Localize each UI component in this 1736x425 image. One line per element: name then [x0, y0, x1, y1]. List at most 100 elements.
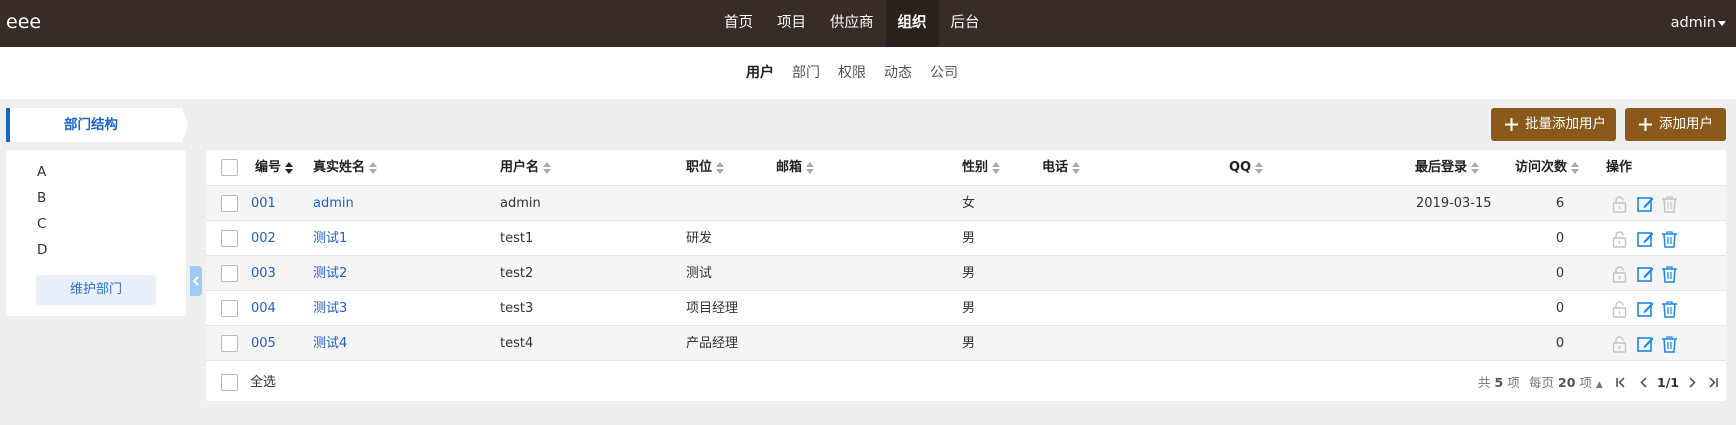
select-all-checkbox[interactable] — [221, 374, 238, 391]
cell-role: 研发 — [686, 231, 713, 246]
nav-item-organization[interactable]: 组织 — [885, 0, 939, 47]
column-header-email[interactable]: 邮箱 — [776, 150, 815, 186]
pager-per-page[interactable]: 每页 20 项 ▲ — [1529, 364, 1603, 404]
cell-realname[interactable]: admin — [313, 186, 354, 221]
column-header-gender[interactable]: 性别 — [962, 150, 1001, 186]
department-item-a[interactable]: A — [37, 164, 46, 180]
cell-visits: 0 — [1555, 231, 1565, 246]
column-header-last-login[interactable]: 最后登录 — [1415, 150, 1480, 186]
cell-id[interactable]: 002 — [251, 221, 276, 256]
column-header-qq[interactable]: QQ — [1229, 150, 1264, 186]
trash-icon[interactable] — [1661, 230, 1678, 248]
last-page-icon[interactable] — [1707, 377, 1719, 388]
cell-gender: 女 — [962, 196, 976, 211]
department-tree-label: 部门结构 — [64, 117, 118, 133]
column-header-visits[interactable]: 访问次数 — [1515, 150, 1580, 186]
row-checkbox[interactable] — [221, 300, 238, 317]
trash-icon[interactable] — [1661, 300, 1678, 318]
user-menu[interactable]: admin — [1671, 0, 1726, 47]
lock-icon[interactable] — [1611, 230, 1628, 248]
select-all-label[interactable]: 全选 — [250, 364, 276, 401]
subnav-item-company[interactable]: 公司 — [921, 47, 967, 99]
column-header-phone[interactable]: 电话 — [1042, 150, 1081, 186]
sort-icon — [992, 161, 1001, 174]
cell-realname[interactable]: 测试1 — [313, 221, 347, 256]
row-checkbox[interactable] — [221, 195, 238, 212]
cell-realname[interactable]: 测试2 — [313, 256, 347, 291]
cell-role: 产品经理 — [686, 336, 739, 351]
cell-account: test4 — [500, 336, 534, 351]
next-page-icon[interactable] — [1687, 377, 1697, 388]
table-row: 003 测试2 test2 测试 男 0 — [206, 256, 1726, 291]
cell-role: 测试 — [686, 266, 713, 281]
subnav-item-users[interactable]: 用户 — [737, 47, 783, 99]
sort-icon — [716, 161, 725, 174]
prev-page-icon[interactable] — [1639, 377, 1649, 388]
cell-visits: 0 — [1555, 266, 1565, 281]
cell-id[interactable]: 005 — [251, 326, 276, 361]
column-header-account[interactable]: 用户名 — [500, 150, 552, 186]
edit-icon[interactable] — [1637, 300, 1654, 318]
lock-icon[interactable] — [1611, 335, 1628, 353]
cell-gender: 男 — [962, 336, 976, 351]
subnav-item-departments[interactable]: 部门 — [783, 47, 829, 99]
sub-navbar: 用户 部门 权限 动态 公司 — [0, 47, 1736, 99]
header-checkbox[interactable] — [221, 159, 238, 176]
users-table: 编号 真实姓名 用户名 职位 邮箱 性别 电话 QQ 最后登录 访问次数 操作 … — [206, 150, 1726, 401]
lock-icon[interactable] — [1611, 195, 1628, 213]
plus-icon — [1505, 118, 1518, 131]
sort-icon — [806, 161, 815, 174]
subnav-item-activity[interactable]: 动态 — [875, 47, 921, 99]
table-row: 004 测试3 test3 项目经理 男 0 — [206, 291, 1726, 326]
edit-icon[interactable] — [1637, 335, 1654, 353]
nav-item-project[interactable]: 项目 — [765, 0, 818, 47]
cell-realname[interactable]: 测试3 — [313, 291, 347, 326]
cell-gender: 男 — [962, 301, 976, 316]
sort-icon — [1072, 161, 1081, 174]
department-item-d[interactable]: D — [37, 242, 47, 258]
brand-logo[interactable]: eee — [6, 11, 41, 33]
trash-icon[interactable] — [1661, 335, 1678, 353]
first-page-icon[interactable] — [1615, 377, 1627, 388]
column-header-operations: 操作 — [1606, 160, 1633, 175]
chevron-left-icon — [192, 276, 199, 286]
trash-icon[interactable] — [1661, 265, 1678, 283]
cell-id[interactable]: 001 — [251, 186, 276, 221]
lock-icon[interactable] — [1611, 300, 1628, 318]
column-header-role[interactable]: 职位 — [686, 150, 725, 186]
sort-icon — [1255, 161, 1264, 174]
caret-down-icon — [1718, 20, 1726, 26]
nav-item-home[interactable]: 首页 — [712, 0, 765, 47]
top-navbar: eee 首页 项目 供应商 组织 后台 admin — [0, 0, 1736, 47]
maintain-departments-button[interactable]: 维护部门 — [36, 275, 156, 305]
lock-icon[interactable] — [1611, 265, 1628, 283]
plus-icon — [1639, 118, 1652, 131]
cell-id[interactable]: 004 — [251, 291, 276, 326]
cell-account: test2 — [500, 266, 534, 281]
column-header-id[interactable]: 编号 — [255, 150, 294, 186]
edit-icon[interactable] — [1637, 230, 1654, 248]
sidebar-collapse-button[interactable] — [190, 266, 202, 296]
table-row: 005 测试4 test4 产品经理 男 0 — [206, 326, 1726, 361]
department-item-c[interactable]: C — [37, 216, 46, 232]
sort-icon — [543, 161, 552, 174]
nav-item-backend[interactable]: 后台 — [939, 0, 992, 47]
nav-item-supplier[interactable]: 供应商 — [818, 0, 886, 47]
edit-icon[interactable] — [1637, 265, 1654, 283]
add-user-label: 添加用户 — [1659, 116, 1713, 132]
row-checkbox[interactable] — [221, 335, 238, 352]
department-item-b[interactable]: B — [37, 190, 46, 206]
edit-icon[interactable] — [1637, 195, 1654, 213]
cell-last-login: 2019-03-15 — [1416, 196, 1492, 211]
subnav-item-permissions[interactable]: 权限 — [829, 47, 875, 99]
column-header-realname[interactable]: 真实姓名 — [313, 150, 378, 186]
add-user-button[interactable]: 添加用户 — [1625, 108, 1726, 141]
cell-id[interactable]: 003 — [251, 256, 276, 291]
cell-realname[interactable]: 测试4 — [313, 326, 347, 361]
row-checkbox[interactable] — [221, 265, 238, 282]
row-checkbox[interactable] — [221, 230, 238, 247]
cell-visits: 6 — [1555, 196, 1565, 211]
sort-desc-icon — [285, 161, 294, 174]
batch-add-users-label: 批量添加用户 — [1525, 116, 1606, 132]
batch-add-users-button[interactable]: 批量添加用户 — [1491, 108, 1616, 141]
